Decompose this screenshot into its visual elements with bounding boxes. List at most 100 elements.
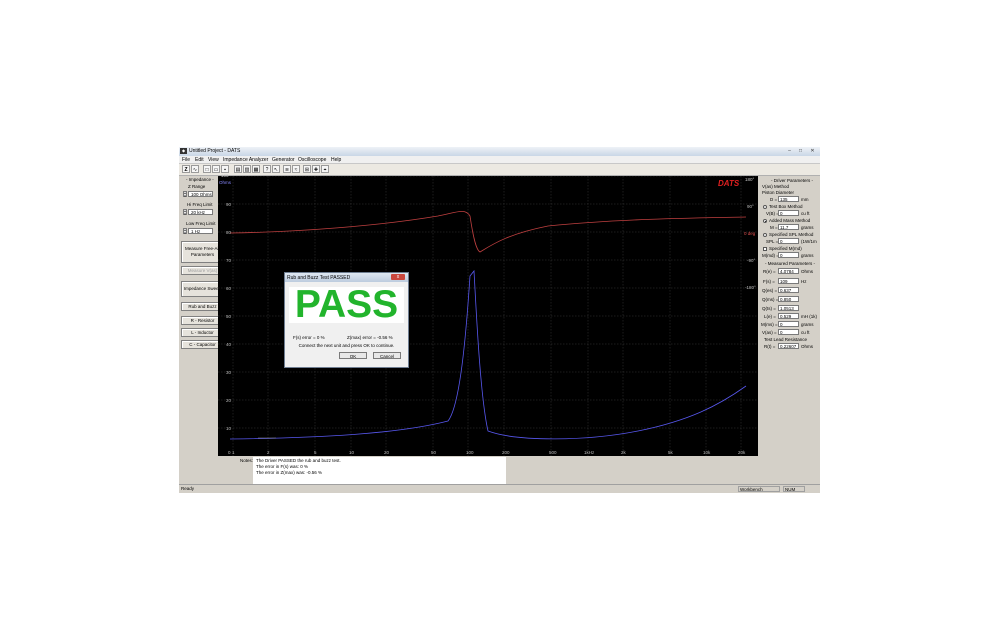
qes-label: Q(es) = xyxy=(762,288,778,293)
m-unit: grams xyxy=(801,225,814,230)
ok-button[interactable]: OK xyxy=(339,352,367,359)
plot-icon[interactable]: ▦ xyxy=(252,165,260,173)
re-label: R(e) = xyxy=(763,269,776,274)
spl-method-label: Specified SPL Method xyxy=(769,232,814,237)
new-icon[interactable]: □ xyxy=(203,165,211,173)
z-range-spinner[interactable]: ▴ ▾ xyxy=(183,191,187,198)
menu-help[interactable]: Help xyxy=(331,157,341,163)
cancel-button[interactable]: Cancel xyxy=(373,352,401,359)
vb-field[interactable]: 0 xyxy=(778,210,799,216)
notes-label: Notes: xyxy=(240,458,254,463)
added-mass-radio[interactable] xyxy=(763,219,767,223)
save-icon[interactable]: ▪ xyxy=(221,165,229,173)
spl-unit: (1W/1m xyxy=(801,239,817,244)
mms-field[interactable]: 0 xyxy=(778,321,799,327)
diameter-field[interactable]: 135 xyxy=(778,196,799,202)
x-tick-5k: 5k xyxy=(668,450,673,455)
measured-params-label: - Measured Parameters - xyxy=(765,261,816,266)
spl-radio[interactable] xyxy=(763,233,767,237)
impedance-icon[interactable]: Z xyxy=(182,165,190,173)
status-ready: Ready xyxy=(181,486,195,491)
chart-icon[interactable]: ▥ xyxy=(243,165,251,173)
specified-mmd-checkbox[interactable] xyxy=(763,247,767,251)
vas-field[interactable]: 0 xyxy=(778,329,799,335)
vas-method-label: V(as) Method xyxy=(762,184,790,189)
analyzer-icon[interactable]: ≋ xyxy=(283,165,291,173)
re-field[interactable]: 4.0784 xyxy=(778,268,799,274)
x-tick-1khz: 1kHz xyxy=(584,450,595,455)
menu-generator[interactable]: Generator xyxy=(272,157,295,163)
hi-freq-spinner[interactable]: ▴ ▾ xyxy=(183,209,187,216)
menu-bar: File Edit View Impedance Analyzer Genera… xyxy=(179,156,820,164)
menu-view[interactable]: View xyxy=(208,157,219,163)
pass-text: PASS xyxy=(294,283,399,326)
d-label: D = xyxy=(770,197,778,202)
mass-field[interactable]: 11.7 xyxy=(778,224,799,230)
menu-impedance-analyzer[interactable]: Impedance Analyzer xyxy=(223,157,268,163)
close-button[interactable]: ✕ xyxy=(808,148,817,154)
qts-field[interactable]: 1.0513 xyxy=(778,305,799,311)
y-tick-0: 0 xyxy=(228,450,231,455)
z-range-field[interactable]: 100 Ohms xyxy=(188,191,213,197)
fs-error-text: F(s) error = 0 % xyxy=(293,335,325,340)
impedance-group-label: - Impedance - xyxy=(186,177,214,182)
dialog-close-button[interactable]: x xyxy=(391,274,405,280)
y-tick-50: 50 xyxy=(226,314,232,319)
fs-label: F(s) = xyxy=(763,279,775,284)
hi-freq-label: Hi Freq Limit xyxy=(187,202,213,207)
rt-unit: Ohms xyxy=(801,344,814,349)
x-tick-10: 10 xyxy=(349,450,355,455)
print-icon[interactable]: ▤ xyxy=(234,165,242,173)
spl-label: SPL = xyxy=(766,239,779,244)
re-unit: Ohms xyxy=(801,269,814,274)
qms-field[interactable]: 0.850 xyxy=(778,296,799,302)
qes-field[interactable]: 0.637 xyxy=(778,287,799,293)
added-mass-label: Added Mass Method xyxy=(769,218,811,223)
minimize-button[interactable]: – xyxy=(785,148,794,154)
y-tick-80: 80 xyxy=(226,230,232,235)
rt-field[interactable]: 0.22607 xyxy=(778,343,799,349)
fs-unit: Hz xyxy=(801,279,807,284)
phase-tick-180: 180° xyxy=(745,177,755,182)
hi-freq-field[interactable]: 20 kHz xyxy=(188,209,213,215)
mmd-field[interactable]: 0 xyxy=(778,252,799,258)
low-freq-field[interactable]: 1 Hz xyxy=(188,228,213,234)
z-range-label: Z Range xyxy=(188,184,206,189)
spl-field[interactable]: 0 xyxy=(778,238,799,244)
x-tick-2: 2 xyxy=(267,450,270,455)
sine-icon[interactable]: ∿ xyxy=(191,165,199,173)
generator-icon[interactable]: ≈ xyxy=(292,165,300,173)
mmd-unit: grams xyxy=(801,253,814,258)
vb-label: V(B) = xyxy=(766,211,779,216)
driver-params-label: - Driver Parameters - xyxy=(771,178,814,183)
menu-file[interactable]: File xyxy=(182,157,190,163)
cursor-icon[interactable]: ⌖ xyxy=(321,165,329,173)
whatsthis-icon[interactable]: ↖ xyxy=(272,165,280,173)
qts-label: Q(ts) = xyxy=(762,306,776,311)
notes-line: The error in Z(max) was: -0.56 % xyxy=(256,470,323,475)
test-box-radio[interactable] xyxy=(763,205,767,209)
help-icon[interactable]: ? xyxy=(263,165,271,173)
scope-icon[interactable]: ⊞ xyxy=(303,165,311,173)
menu-edit[interactable]: Edit xyxy=(195,157,204,163)
dats-logo: DATS xyxy=(718,179,740,188)
fs-field[interactable]: 109 xyxy=(778,278,799,284)
x-tick-5: 5 xyxy=(314,450,317,455)
d-unit: mm xyxy=(801,197,809,202)
x-tick-50: 50 xyxy=(431,450,437,455)
dialog-title: Rub and Buzz Test PASSED xyxy=(287,275,351,281)
phase-tick-90: 90° xyxy=(747,204,754,209)
status-bar: Ready Workbench NUM xyxy=(179,484,820,493)
open-icon[interactable]: ▭ xyxy=(212,165,220,173)
notes-textbox[interactable]: The Driver PASSED the rub and buzz test.… xyxy=(253,457,506,484)
low-freq-spinner[interactable]: ▴ ▾ xyxy=(183,228,187,235)
maximize-button[interactable]: □ xyxy=(796,148,805,154)
x-tick-10k: 10k xyxy=(703,450,711,455)
x-tick-20k: 20k xyxy=(738,450,746,455)
le-field[interactable]: 0.529 xyxy=(778,313,799,319)
mms-unit: grams xyxy=(801,322,814,327)
notes-line: The Driver PASSED the rub and buzz test. xyxy=(256,458,341,463)
y-tick-10: 10 xyxy=(226,426,232,431)
menu-oscilloscope[interactable]: Oscilloscope xyxy=(298,157,326,163)
marker-icon[interactable]: ✚ xyxy=(312,165,320,173)
